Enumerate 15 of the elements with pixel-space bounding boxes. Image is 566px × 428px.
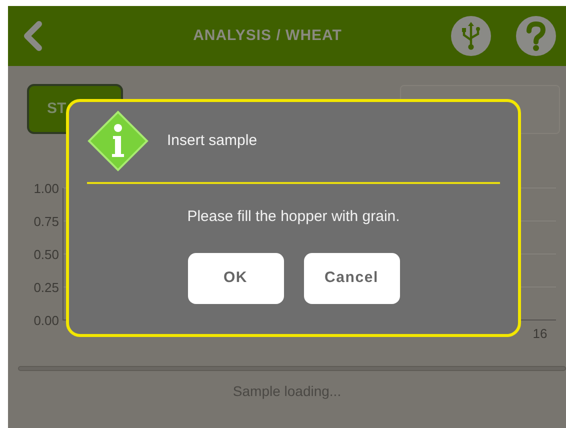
cancel-button[interactable]: Cancel	[304, 252, 400, 304]
ok-button[interactable]: OK	[188, 252, 284, 304]
dialog-title: Insert sample	[167, 130, 258, 151]
usb-icon[interactable]	[451, 16, 491, 56]
axis-tick-label: 0.75	[34, 214, 59, 229]
info-icon	[87, 110, 149, 172]
help-icon[interactable]	[516, 16, 556, 56]
axis-tick-label: 0.50	[34, 247, 59, 262]
back-chevron-icon[interactable]	[22, 21, 44, 51]
axis-tick-label: 0.25	[34, 280, 59, 295]
axis-tick-label: 1.00	[34, 182, 59, 196]
screen-title: ANALYSIS / WHEAT	[192, 26, 343, 46]
axis-tick-label: 0.00	[34, 313, 59, 328]
dialog-message: Please fill the hopper with grain.	[186, 207, 401, 227]
axis-tick-label: 16	[532, 326, 548, 341]
